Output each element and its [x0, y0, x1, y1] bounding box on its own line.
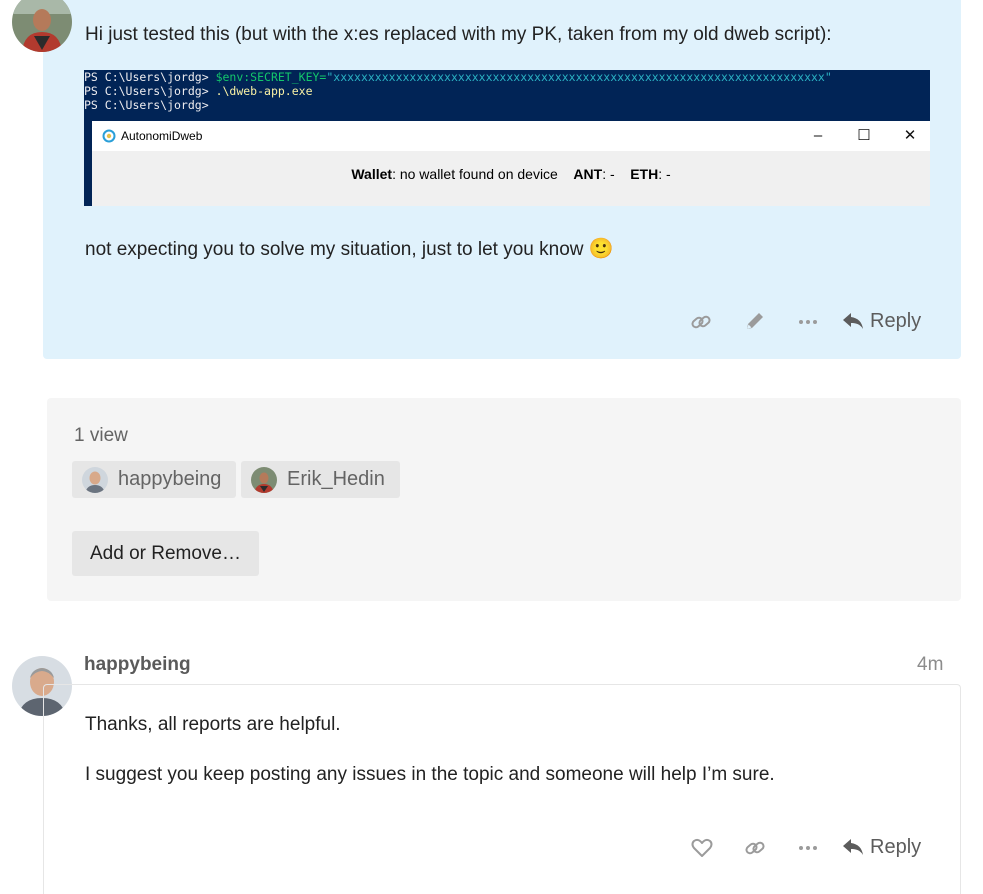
view-count: 1 view: [74, 425, 128, 446]
window-title: AutonomiDweb: [121, 129, 203, 143]
post-timestamp[interactable]: 4m: [917, 654, 943, 676]
window-minimize-icon: –: [813, 127, 823, 144]
ps-prompt: PS C:\Users\jordg>: [84, 70, 216, 84]
topic-views-panel: 1 view happybeing Erik_Hedin Add or Remo…: [47, 398, 961, 601]
ps-line-2: PS C:\Users\jordg> .\dweb-app.exe: [84, 84, 930, 98]
app-logo-icon: [102, 129, 116, 143]
avatar-erik-hedin: [251, 466, 277, 493]
post-paragraph: I suggest you keep posting any issues in…: [85, 764, 775, 785]
post-paragraph: Thanks, all reports are helpful.: [85, 714, 341, 735]
app-window: AutonomiDweb – ☐ ✕ Wallet: no wallet fou…: [92, 121, 930, 206]
wallet-status: Wallet: no wallet found on device ANT: -…: [92, 166, 930, 182]
window-titlebar: AutonomiDweb – ☐ ✕: [92, 121, 930, 151]
ant-label: ANT: [573, 166, 603, 182]
add-or-remove-button[interactable]: Add or Remove…: [72, 531, 259, 576]
ps-line-3: PS C:\Users\jordg>: [84, 98, 930, 112]
ps-command: .\dweb-app.exe: [215, 84, 313, 98]
viewer-name: Erik_Hedin: [287, 468, 385, 490]
viewer-chip-happybeing[interactable]: happybeing: [72, 461, 236, 498]
reply-arrow-icon: [842, 837, 864, 857]
window-maximize-icon: ☐: [857, 127, 871, 144]
ant-value: : -: [602, 166, 615, 182]
powershell-console: PS C:\Users\jordg> $env:SECRET_KEY="xxxx…: [84, 70, 930, 112]
viewer-name: happybeing: [118, 468, 222, 490]
ps-prompt: PS C:\Users\jordg>: [84, 98, 216, 112]
eth-label: ETH: [630, 166, 659, 182]
embedded-screenshot[interactable]: PS C:\Users\jordg> $env:SECRET_KEY="xxxx…: [84, 70, 930, 206]
ps-prompt: PS C:\Users\jordg>: [84, 84, 216, 98]
followup-text: not expecting you to solve my situation,…: [85, 239, 584, 260]
slight-smile-emoji: 🙂: [588, 238, 614, 260]
link-icon[interactable]: [744, 837, 766, 859]
reply-label: Reply: [870, 309, 922, 332]
wallet-text: : no wallet found on device: [392, 166, 558, 182]
viewer-chip-erik-hedin[interactable]: Erik_Hedin: [241, 461, 400, 498]
eth-value: : -: [658, 166, 671, 182]
ps-command: $env:SECRET_KEY=: [215, 70, 327, 84]
ellipsis-icon[interactable]: [798, 838, 820, 858]
ps-secret-value: "xxxxxxxxxxxxxxxxxxxxxxxxxxxxxxxxxxxxxxx…: [326, 70, 832, 84]
post-followup: not expecting you to solve my situation,…: [85, 237, 614, 262]
reply-arrow-icon: [842, 311, 864, 331]
post-text: Hi just tested this (but with the x:es r…: [85, 24, 832, 45]
ps-line-1: PS C:\Users\jordg> $env:SECRET_KEY="xxxx…: [84, 70, 930, 84]
window-close-icon: ✕: [903, 127, 917, 144]
reply-label: Reply: [870, 835, 922, 858]
wallet-label: Wallet: [351, 166, 393, 182]
reply-button[interactable]: Reply: [842, 829, 952, 865]
heart-icon[interactable]: [691, 837, 713, 859]
pencil-icon[interactable]: [744, 310, 768, 334]
reply-button[interactable]: Reply: [842, 303, 952, 339]
link-icon[interactable]: [690, 311, 714, 333]
avatar-happybeing: [82, 466, 108, 493]
ellipsis-icon[interactable]: [798, 312, 820, 332]
post-author[interactable]: happybeing: [84, 654, 191, 676]
